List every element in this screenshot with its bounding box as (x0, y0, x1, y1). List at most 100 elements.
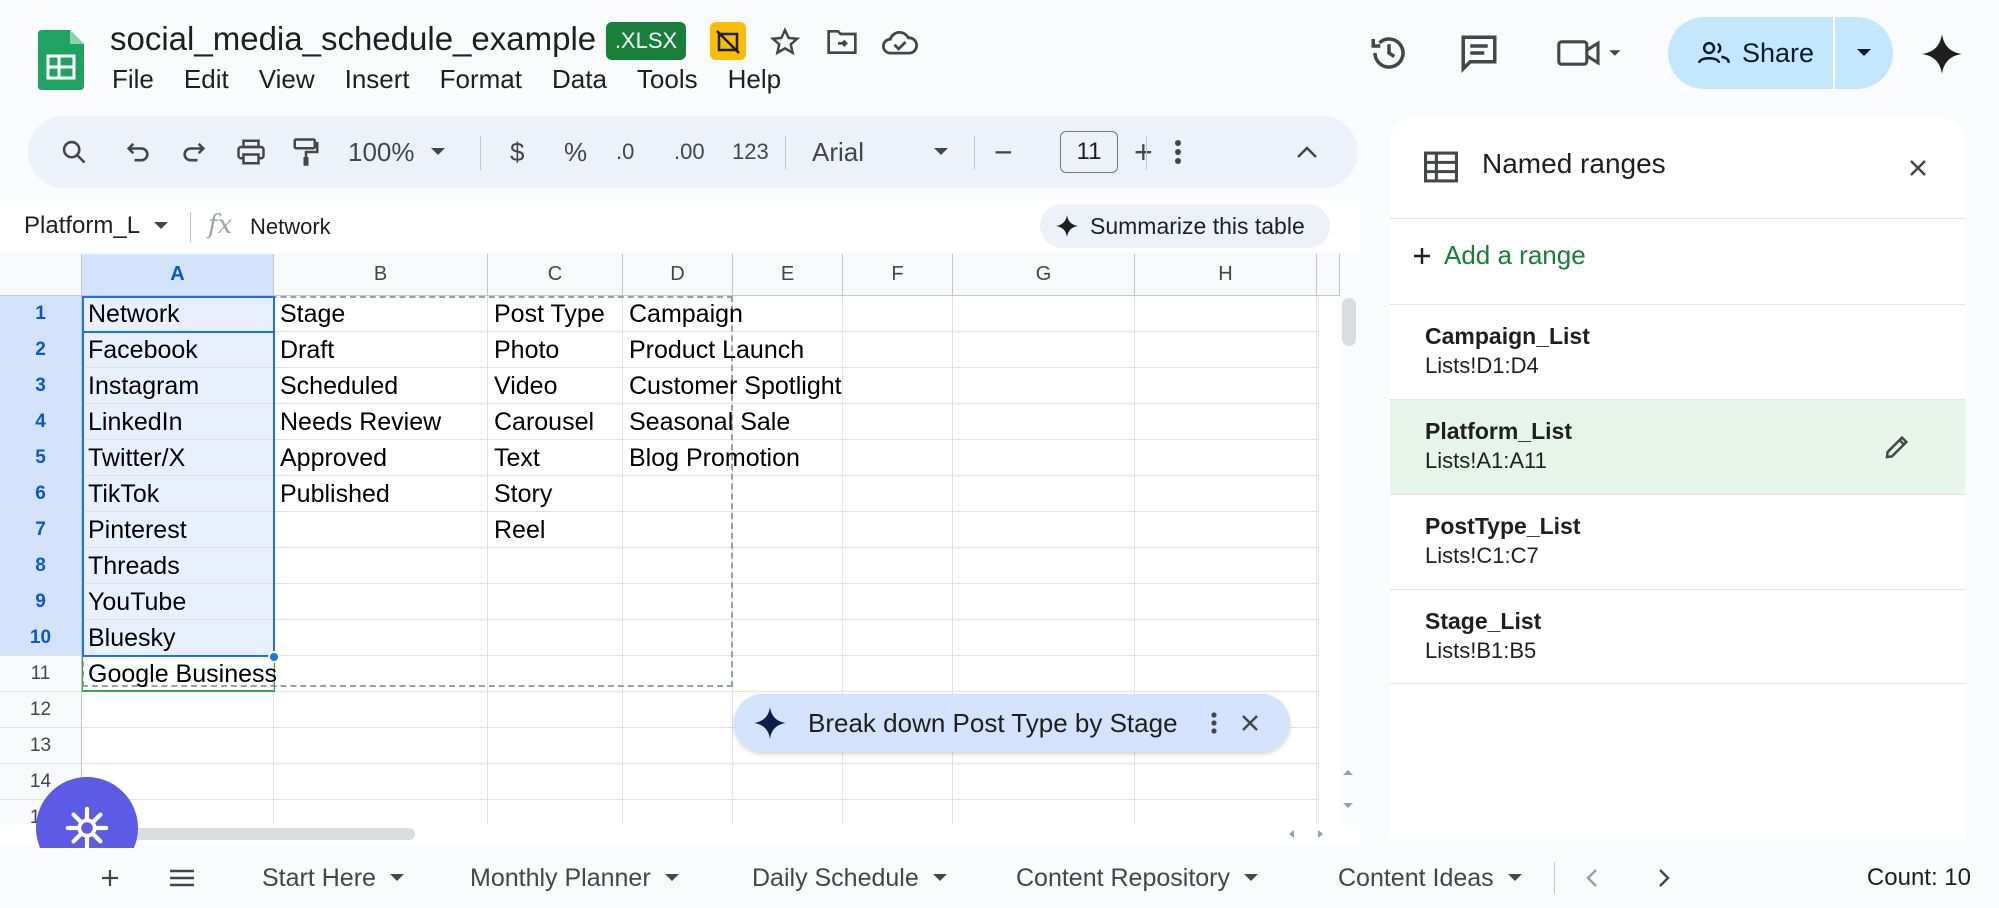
column-header-d[interactable]: D (623, 254, 733, 296)
selection-count[interactable]: Count: 10 (1867, 864, 1971, 892)
add-range-button[interactable]: Add a range (1412, 240, 1586, 271)
share-dropdown-button[interactable] (1835, 17, 1893, 89)
row-header[interactable]: 2 (0, 332, 82, 368)
more-vert-icon[interactable] (1174, 116, 1182, 188)
row-header[interactable]: 5 (0, 440, 82, 476)
share-button[interactable]: Share (1668, 17, 1833, 89)
cell-a1[interactable]: Network (82, 296, 180, 332)
cell-d4[interactable]: Seasonal Sale (623, 404, 790, 440)
increase-decimal-button[interactable]: .00 (674, 116, 705, 188)
row-header[interactable]: 13 (0, 728, 82, 764)
named-range-item[interactable]: Campaign_List Lists!D1:D4 (1390, 304, 1965, 399)
close-icon[interactable] (1240, 713, 1260, 733)
document-title[interactable]: social_media_schedule_example (110, 20, 596, 58)
named-range-item[interactable]: PostType_List Lists!C1:C7 (1390, 494, 1965, 589)
move-folder-icon[interactable] (826, 27, 858, 57)
scroll-left-icon[interactable] (1286, 828, 1298, 840)
chevron-down-icon[interactable] (154, 222, 168, 230)
edit-pencil-icon[interactable] (1882, 432, 1912, 462)
vertical-scrollbar[interactable] (1318, 296, 1340, 824)
cell-c4[interactable]: Carousel (488, 404, 594, 440)
column-header-c[interactable]: C (488, 254, 623, 296)
row-header[interactable]: 11 (0, 656, 82, 692)
menu-insert[interactable]: Insert (345, 64, 410, 95)
row-header[interactable]: 8 (0, 548, 82, 584)
collapse-menus-icon[interactable] (1296, 116, 1318, 188)
cell-c6[interactable]: Story (488, 476, 552, 512)
horizontal-scroll-thumb[interactable] (120, 828, 415, 840)
cell-a7[interactable]: Pinterest (82, 512, 187, 548)
ai-suggestion-chip[interactable]: Break down Post Type by Stage (734, 694, 1290, 752)
column-header-e[interactable]: E (733, 254, 843, 296)
row-header[interactable]: 4 (0, 404, 82, 440)
cell-c5[interactable]: Text (488, 440, 540, 476)
menu-file[interactable]: File (112, 64, 154, 95)
row-header[interactable]: 7 (0, 512, 82, 548)
cell-d1[interactable]: Campaign (623, 296, 743, 332)
cell-b3[interactable]: Scheduled (274, 368, 398, 404)
menu-edit[interactable]: Edit (184, 64, 229, 95)
cell-a2[interactable]: Facebook (82, 332, 198, 368)
menu-tools[interactable]: Tools (637, 64, 698, 95)
star-icon[interactable] (770, 27, 800, 57)
column-header-g[interactable]: G (953, 254, 1135, 296)
cell-c7[interactable]: Reel (488, 512, 545, 548)
percent-button[interactable]: % (564, 116, 587, 188)
sheet-tab-daily-schedule[interactable]: Daily Schedule (752, 848, 947, 908)
font-select[interactable]: Arial (812, 116, 949, 188)
cell-a9[interactable]: YouTube (82, 584, 186, 620)
horizontal-scrollbar[interactable] (0, 824, 1360, 844)
menu-view[interactable]: View (259, 64, 315, 95)
row-header[interactable]: 12 (0, 692, 82, 728)
summarize-table-button[interactable]: Summarize this table (1040, 204, 1330, 248)
cell-c2[interactable]: Photo (488, 332, 559, 368)
column-header-b[interactable]: B (274, 254, 488, 296)
cell-a5[interactable]: Twitter/X (82, 440, 185, 476)
row-header[interactable]: 6 (0, 476, 82, 512)
name-box[interactable]: Platform_L (24, 212, 140, 240)
scroll-right-icon[interactable] (1314, 828, 1326, 840)
cell-c3[interactable]: Video (488, 368, 558, 404)
number-format-button[interactable]: 123 (732, 116, 769, 188)
font-size-input[interactable]: 11 (1060, 131, 1118, 173)
close-icon[interactable] (1908, 158, 1928, 178)
offline-icon[interactable] (710, 22, 746, 60)
currency-button[interactable]: $ (510, 116, 524, 188)
scroll-down-icon[interactable] (1340, 800, 1356, 812)
vertical-scroll-thumb[interactable] (1342, 298, 1356, 346)
column-header-h[interactable]: H (1135, 254, 1317, 296)
cell-b1[interactable]: Stage (274, 296, 345, 332)
increase-font-size-button[interactable]: + (1134, 116, 1153, 188)
cell-a8[interactable]: Threads (82, 548, 180, 584)
add-sheet-icon[interactable] (100, 848, 120, 908)
cell-a4[interactable]: LinkedIn (82, 404, 183, 440)
meet-video-icon[interactable] (1556, 36, 1626, 70)
cell-a6[interactable]: TikTok (82, 476, 159, 512)
row-header[interactable]: 3 (0, 368, 82, 404)
cell-b5[interactable]: Approved (274, 440, 387, 476)
gemini-sparkle-icon[interactable] (1922, 34, 1962, 74)
paint-format-icon[interactable] (292, 116, 320, 188)
formula-input[interactable]: Network (250, 214, 331, 240)
named-range-item[interactable]: Stage_List Lists!B1:B5 (1390, 589, 1965, 684)
sheets-logo-icon[interactable] (38, 30, 84, 90)
scroll-tabs-left-icon[interactable] (1586, 848, 1598, 908)
decrease-decimal-button[interactable]: .0 (616, 116, 634, 188)
menu-help[interactable]: Help (728, 64, 781, 95)
cell-a3[interactable]: Instagram (82, 368, 199, 404)
version-history-icon[interactable] (1368, 32, 1410, 74)
zoom-select[interactable]: 100% (348, 116, 445, 188)
cell-d5[interactable]: Blog Promotion (623, 440, 800, 476)
row-header[interactable]: 1 (0, 296, 82, 332)
cloud-saved-icon[interactable] (882, 27, 918, 57)
comments-icon[interactable] (1458, 33, 1500, 73)
cell-a10[interactable]: Bluesky (82, 620, 176, 656)
cell-b6[interactable]: Published (274, 476, 390, 512)
cell-b2[interactable]: Draft (274, 332, 334, 368)
scroll-up-icon[interactable] (1340, 766, 1356, 778)
cell-d2[interactable]: Product Launch (623, 332, 804, 368)
sheet-tab-monthly-planner[interactable]: Monthly Planner (470, 848, 679, 908)
cell-d3[interactable]: Customer Spotlight (623, 368, 842, 404)
column-header-f[interactable]: F (843, 254, 953, 296)
named-range-item[interactable]: Platform_List Lists!A1:A11 (1390, 399, 1965, 494)
